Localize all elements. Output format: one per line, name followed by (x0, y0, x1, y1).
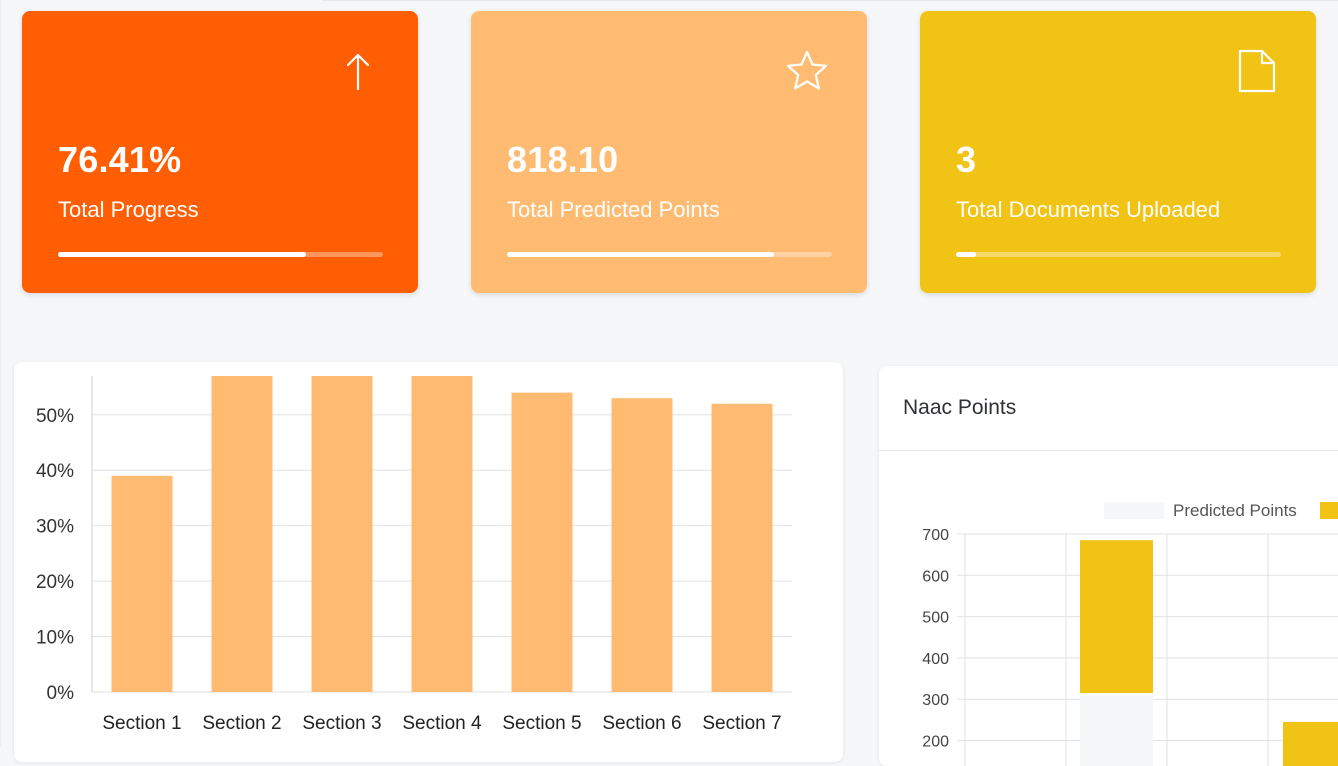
x-tick-label: Section 3 (302, 713, 381, 734)
predicted-points-bar-fill (507, 252, 774, 257)
y-tick-label: 700 (922, 527, 949, 544)
total-documents-value: 3 (956, 139, 977, 180)
naac-points-chart: Predicted Points 700 600 500 400 300 200 (922, 501, 1338, 766)
x-tick-label: Section 2 (202, 713, 281, 734)
total-predicted-points-value: 818.10 (507, 139, 619, 180)
x-tick-label: Section 5 (502, 713, 581, 734)
legend-swatch-predicted (1104, 502, 1164, 519)
legend-label-predicted: Predicted Points (1173, 501, 1297, 520)
y-tick-label: 30% (36, 517, 74, 538)
arrow-up-icon (334, 47, 382, 95)
document-icon (1232, 47, 1280, 95)
bar-1 (111, 475, 173, 692)
bar-1-upper (1080, 540, 1153, 694)
y-tick-label: 20% (36, 572, 74, 593)
y-tick-label: 0% (47, 683, 75, 704)
section-progress-chart: 0% 10% 20% 30% 40% 50% Section 1 Section 2 Secti… (36, 376, 792, 734)
star-icon (783, 47, 831, 95)
x-tick-label: Section 6 (602, 713, 681, 734)
total-documents-card[interactable]: 3 Total Documents Uploaded (920, 11, 1316, 293)
bar-6 (611, 398, 673, 692)
legend-swatch-secondary (1320, 502, 1338, 519)
predicted-points-bar (507, 252, 832, 257)
y-tick-label: 600 (922, 568, 949, 585)
documents-bar (956, 252, 1281, 257)
bar-3 (1283, 721, 1338, 766)
bar-5 (511, 392, 573, 692)
y-tick-label: 300 (922, 692, 949, 709)
total-progress-value: 76.41% (58, 139, 182, 180)
total-progress-card[interactable]: 76.41% Total Progress (22, 11, 418, 293)
total-progress-label: Total Progress (58, 197, 199, 222)
total-predicted-points-label: Total Predicted Points (507, 197, 720, 222)
documents-bar-fill (956, 252, 976, 257)
section-progress-panel: 0% 10% 20% 30% 40% 50% Section 1 Section 2 Secti… (14, 362, 843, 762)
bar-7 (711, 403, 773, 692)
y-tick-label: 40% (36, 461, 74, 482)
x-tick-label: Section 4 (402, 713, 482, 734)
y-tick-label: 50% (36, 406, 74, 427)
bar-1-lower (1080, 695, 1153, 766)
bar-4 (411, 376, 473, 692)
bar-2 (211, 376, 273, 692)
y-tick-label: 400 (922, 651, 949, 668)
total-progress-bar-fill (58, 252, 307, 257)
top-border (322, 0, 1338, 1)
x-tick-label: Section 7 (702, 713, 781, 734)
bar-3 (311, 376, 373, 692)
total-documents-label: Total Documents Uploaded (956, 197, 1221, 222)
naac-points-panel: Naac Points Predicted Points 700 600 500 400… (879, 366, 1338, 766)
total-progress-bar (58, 252, 383, 257)
total-predicted-points-card[interactable]: 818.10 Total Predicted Points (471, 11, 867, 293)
y-tick-label: 200 (922, 734, 949, 751)
y-tick-label: 500 (922, 610, 949, 627)
left-border (0, 0, 1, 746)
y-tick-label: 10% (36, 628, 74, 649)
x-tick-label: Section 1 (102, 713, 181, 734)
